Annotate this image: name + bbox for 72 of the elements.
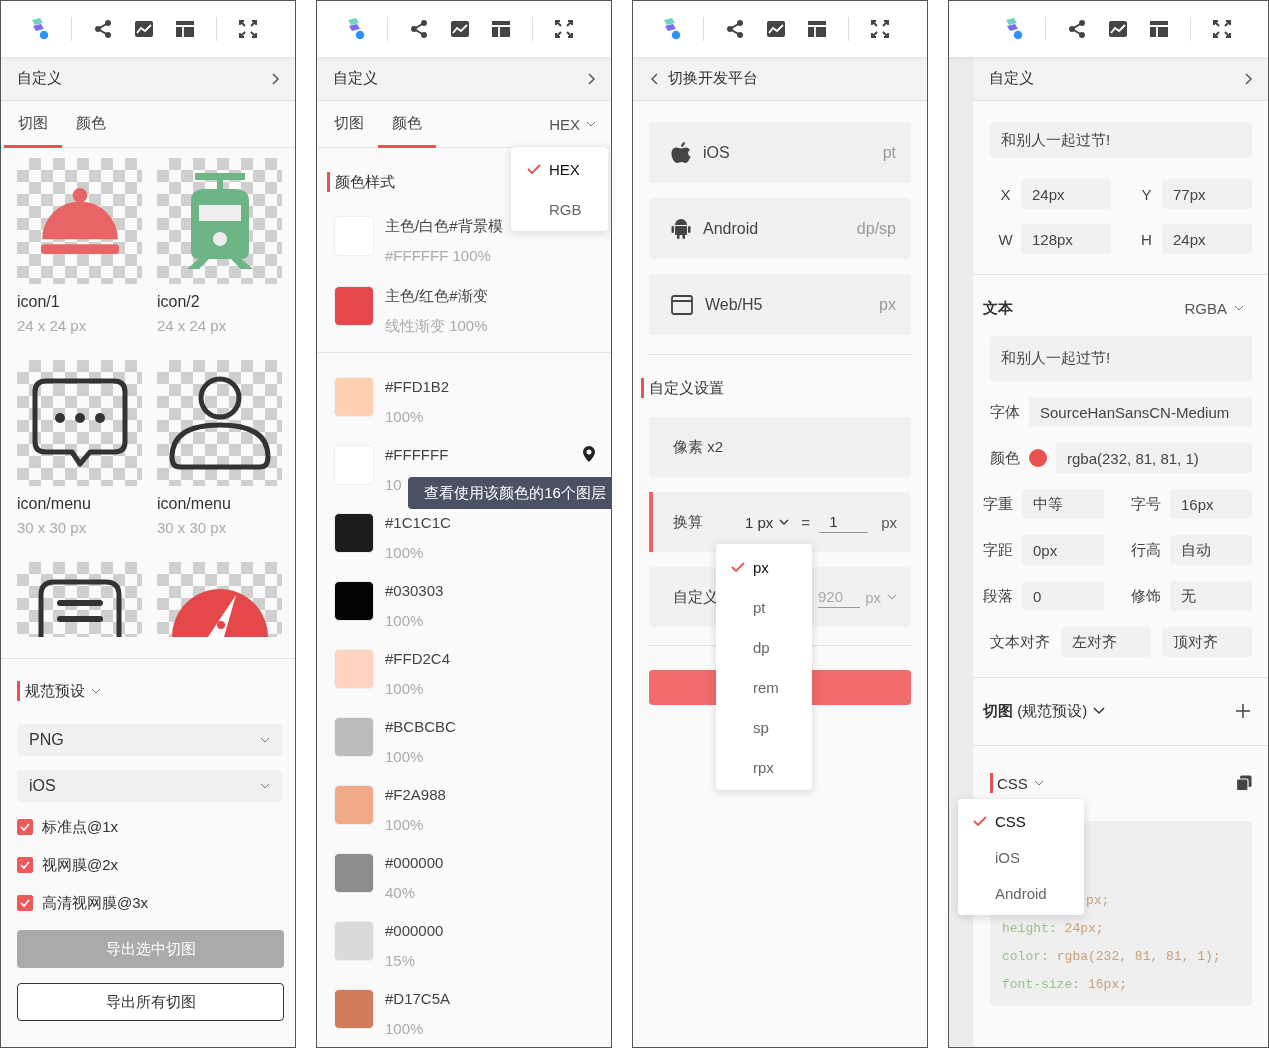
color-opacity: 100% xyxy=(385,1019,424,1039)
setting-label: 换算 xyxy=(673,512,704,532)
slice-size: 24 x 24 px xyxy=(157,316,228,336)
color-hex: #D17C5A xyxy=(385,989,451,1009)
color-opacity: 100% xyxy=(385,815,424,835)
slice-name: icon/menu xyxy=(157,494,232,514)
color-hex: #1C1C1C xyxy=(385,513,451,533)
tooltip: 查看使用该颜色的16个图层 xyxy=(408,477,611,509)
section-title: 自定义设置 xyxy=(641,378,724,398)
slice-size: 30 x 30 px xyxy=(157,518,228,538)
color-hex: #000000 xyxy=(385,921,444,941)
section-title: 切图 (规范预设) xyxy=(983,701,1088,721)
color-opacity: 15% xyxy=(385,951,416,971)
color-hex: #030303 xyxy=(385,581,444,601)
slice-name: icon/menu xyxy=(17,494,92,514)
color-hex: #F2A988 xyxy=(385,785,446,805)
unit-label: px xyxy=(881,513,897,531)
code-value: rgba(232, 81, 81, 1); xyxy=(1056,948,1221,966)
color-opacity: 100% xyxy=(385,543,424,563)
platform-unit: dp/sp xyxy=(856,219,896,238)
color-style-detail: 线性渐变 100% xyxy=(385,316,488,336)
property-label: 字距 xyxy=(983,540,1014,560)
code-property: font-size: xyxy=(1002,976,1080,994)
property-label: 文本对齐 xyxy=(990,632,1051,652)
code-value: 16px; xyxy=(1088,976,1128,994)
platform-name: Android xyxy=(703,219,759,238)
slice-size: 24 x 24 px xyxy=(17,316,88,336)
color-opacity: 100% xyxy=(385,407,424,427)
section-title: 规范预设 xyxy=(17,681,101,701)
color-hex: #BCBCBC xyxy=(385,717,456,737)
color-style-name: 主色/白色#背景模 xyxy=(385,216,503,236)
property-label: 字体 xyxy=(990,402,1021,422)
equals-sign: = xyxy=(801,513,811,531)
setting-label: 自定义 xyxy=(673,587,719,607)
platform-name: Web/H5 xyxy=(705,295,763,314)
geometry-label: Y xyxy=(1140,185,1153,203)
color-opacity: 10 xyxy=(385,475,402,495)
property-label: 段落 xyxy=(983,586,1014,606)
color-hex: #FFD1B2 xyxy=(385,377,450,397)
color-hex: #FFD2C4 xyxy=(385,649,451,669)
code-property: color: xyxy=(1002,948,1049,966)
platform-name: iOS xyxy=(703,143,730,162)
checkbox-label: 高清视网膜@3x xyxy=(42,893,149,913)
color-opacity: 100% xyxy=(385,747,424,767)
platform-unit: px xyxy=(879,295,896,314)
platform-unit: pt xyxy=(882,143,896,162)
color-hex: #000000 xyxy=(385,853,444,873)
slice-name: icon/2 xyxy=(157,292,201,312)
slice-size: 30 x 30 px xyxy=(17,518,88,538)
color-opacity: 100% xyxy=(385,679,424,699)
color-hex: #FFFFFF xyxy=(385,445,449,465)
code-value: px; xyxy=(1086,892,1110,910)
code-property: height: xyxy=(1002,920,1057,938)
checkbox-label: 标准点@1x xyxy=(42,817,119,837)
geometry-label: H xyxy=(1140,230,1153,248)
geometry-label: W xyxy=(997,230,1014,248)
property-label: 字重 xyxy=(983,494,1014,514)
slice-name: icon/1 xyxy=(17,292,61,312)
section-title: 文本 xyxy=(983,298,1013,318)
section-title: 颜色样式 xyxy=(327,172,395,192)
setting-label: 像素 x2 xyxy=(673,437,724,457)
property-label: 行高 xyxy=(1131,540,1162,560)
checkbox-label: 视网膜@2x xyxy=(42,855,119,875)
color-style-detail: #FFFFFF 100% xyxy=(385,246,491,266)
color-opacity: 100% xyxy=(385,611,424,631)
color-opacity: 40% xyxy=(385,883,416,903)
property-label: 修饰 xyxy=(1131,586,1162,606)
property-label: 字号 xyxy=(1131,494,1162,514)
color-style-name: 主色/红色#渐变 xyxy=(385,286,488,306)
geometry-label: X xyxy=(999,185,1012,203)
code-value: 24px; xyxy=(1064,920,1104,938)
property-label: 颜色 xyxy=(990,448,1021,468)
